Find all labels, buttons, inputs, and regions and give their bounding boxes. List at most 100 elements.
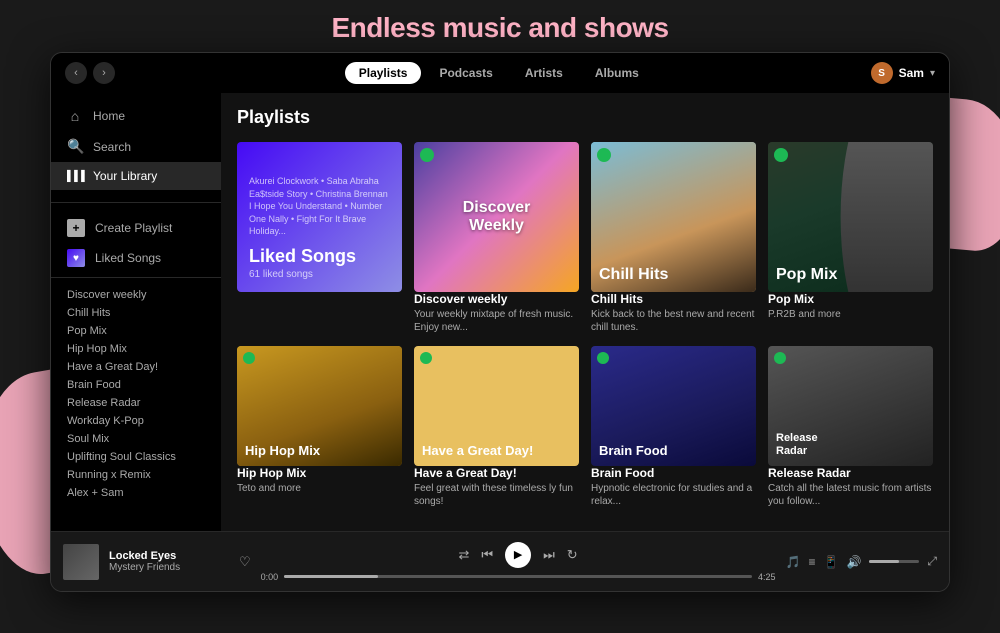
user-area[interactable]: S Sam ▾	[871, 62, 935, 84]
hiphop-name: Hip Hop Mix	[237, 466, 402, 480]
sidebar-playlist-discover[interactable]: Discover weekly	[51, 286, 221, 304]
hiphop-desc: Teto and more	[237, 482, 402, 495]
chill-hits-desc: Kick back to the best new and recent chi…	[591, 308, 756, 334]
chill-hits-card[interactable]: Chill Hits Chill Hits Kick back to the b…	[591, 142, 756, 334]
brainfood-desc: Hypnotic electronic for studies and a re…	[591, 482, 756, 508]
chill-hits-name: Chill Hits	[591, 292, 756, 306]
page-headline: Endless music and shows	[0, 12, 1000, 44]
sidebar-liked-songs[interactable]: ♥ Liked Songs	[51, 243, 221, 273]
home-icon: ⌂	[67, 108, 83, 124]
releaseradar-desc: Catch all the latest music from artists …	[768, 482, 933, 508]
chill-hits-spotify-icon	[597, 148, 611, 162]
devices-icon[interactable]: 📱	[823, 555, 838, 569]
brainfood-card[interactable]: Brain Food Brain Food Hypnotic electroni…	[591, 346, 756, 508]
volume-icon[interactable]: 🔊	[846, 555, 861, 569]
hiphop-label: Hip Hop Mix	[245, 443, 320, 458]
tab-albums[interactable]: Albums	[581, 62, 653, 84]
sidebar-home-label: Home	[93, 109, 125, 123]
sidebar-library-label: Your Library	[93, 169, 157, 183]
greatday-spotify-icon	[420, 352, 432, 364]
section-title: Playlists	[237, 107, 933, 128]
prev-button[interactable]: ⏮	[481, 547, 493, 563]
brainfood-name: Brain Food	[591, 466, 756, 480]
user-name: Sam	[899, 66, 924, 80]
discover-weekly-desc: Your weekly mixtape of fresh music. Enjo…	[414, 308, 579, 334]
player-time-total: 4:25	[758, 572, 776, 582]
liked-songs-icon: ♥	[67, 249, 85, 267]
sidebar-playlist-greatday[interactable]: Have a Great Day!	[51, 358, 221, 376]
sidebar-item-library[interactable]: ▌▌▌ Your Library	[51, 162, 221, 190]
greatday-thumb: Have a Great Day!	[414, 346, 579, 466]
player-track-artist: Mystery Friends	[109, 562, 229, 573]
sidebar-create-playlist[interactable]: + Create Playlist	[51, 213, 221, 243]
progress-bar[interactable]	[284, 575, 752, 578]
sidebar-divider2	[51, 277, 221, 278]
sidebar-playlist-popmix[interactable]: Pop Mix	[51, 322, 221, 340]
liked-songs-label: Liked Songs	[95, 251, 161, 265]
hiphop-spotify-icon	[243, 352, 255, 364]
sidebar-item-search[interactable]: 🔍 Search	[51, 131, 221, 162]
volume-fill	[869, 560, 899, 563]
discover-weekly-card[interactable]: DiscoverWeekly Discover weekly Your week…	[414, 142, 579, 334]
volume-bar[interactable]	[869, 560, 919, 563]
browser-window: ‹ › Playlists Podcasts Artists Albums S …	[50, 52, 950, 592]
brainfood-label: Brain Food	[599, 443, 668, 458]
sidebar-nav: ⌂ Home 🔍 Search ▌▌▌ Your Library	[51, 101, 221, 198]
sidebar-item-home[interactable]: ⌂ Home	[51, 101, 221, 131]
discover-weekly-name: Discover weekly	[414, 292, 579, 306]
sidebar-playlist-chillhits[interactable]: Chill Hits	[51, 304, 221, 322]
play-button[interactable]: ▶	[505, 542, 531, 568]
sidebar-playlist-brainfood[interactable]: Brain Food	[51, 376, 221, 394]
shuffle-button[interactable]: ⇄	[458, 547, 469, 563]
releaseradar-card[interactable]: ReleaseRadar Release Radar Catch all the…	[768, 346, 933, 508]
player-track-thumb	[63, 544, 99, 580]
user-avatar: S	[871, 62, 893, 84]
liked-songs-count: 61 liked songs	[249, 269, 390, 280]
content-area: Playlists Akurei Clockwork • Saba Abraha…	[221, 93, 949, 531]
chill-hits-thumb: Chill Hits	[591, 142, 756, 292]
greatday-label: Have a Great Day!	[422, 443, 533, 458]
repeat-button[interactable]: ↻	[567, 547, 578, 563]
player-heart-icon[interactable]: ♡	[239, 554, 251, 570]
discover-weekly-thumb: DiscoverWeekly	[414, 142, 579, 292]
queue-icon[interactable]: ≡	[808, 555, 815, 569]
tab-playlists[interactable]: Playlists	[345, 62, 422, 84]
sidebar-playlist-soulmix[interactable]: Soul Mix	[51, 430, 221, 448]
player-bar: Locked Eyes Mystery Friends ♡ ⇄ ⏮ ▶ ⏭ ↻ …	[51, 531, 949, 591]
playlist-row2: Hip Hop Mix Hip Hop Mix Teto and more Ha…	[237, 346, 933, 508]
next-button[interactable]: ⏭	[543, 547, 555, 563]
releaseradar-thumb: ReleaseRadar	[768, 346, 933, 466]
player-track-info: Locked Eyes Mystery Friends	[109, 550, 229, 573]
player-progress: 0:00 4:25	[261, 572, 776, 582]
hiphop-mix-card[interactable]: Hip Hop Mix Hip Hop Mix Teto and more	[237, 346, 402, 508]
greatday-name: Have a Great Day!	[414, 466, 579, 480]
tab-artists[interactable]: Artists	[511, 62, 577, 84]
player-track-name: Locked Eyes	[109, 550, 229, 562]
liked-songs-preview: Akurei Clockwork • Saba Abraha Ea$tside …	[249, 175, 390, 238]
pop-mix-label: Pop Mix	[776, 266, 837, 284]
sidebar-divider	[51, 202, 221, 203]
releaseradar-name: Release Radar	[768, 466, 933, 480]
pop-mix-name: Pop Mix	[768, 292, 933, 306]
playlist-row1: Akurei Clockwork • Saba Abraha Ea$tside …	[237, 142, 933, 334]
spotify-icon	[420, 148, 434, 162]
sidebar-playlist-alexsam[interactable]: Alex + Sam	[51, 484, 221, 502]
liked-songs-card[interactable]: Akurei Clockwork • Saba Abraha Ea$tside …	[237, 142, 402, 334]
library-icon: ▌▌▌	[67, 171, 83, 182]
pop-mix-spotify-icon	[774, 148, 788, 162]
sidebar-search-label: Search	[93, 140, 131, 154]
sidebar-playlist-uplifting[interactable]: Uplifting Soul Classics	[51, 448, 221, 466]
sidebar-playlist-running[interactable]: Running x Remix	[51, 466, 221, 484]
sidebar-playlist-workday[interactable]: Workday K-Pop	[51, 412, 221, 430]
pop-mix-card[interactable]: Pop Mix Pop Mix P.R2B and more	[768, 142, 933, 334]
greatday-card[interactable]: Have a Great Day! Have a Great Day! Feel…	[414, 346, 579, 508]
search-icon: 🔍	[67, 138, 83, 155]
liked-songs-thumb: Akurei Clockwork • Saba Abraha Ea$tside …	[237, 142, 402, 292]
back-button[interactable]: ‹	[65, 62, 87, 84]
forward-button[interactable]: ›	[93, 62, 115, 84]
sidebar-playlist-releaseradar[interactable]: Release Radar	[51, 394, 221, 412]
fullscreen-icon[interactable]: ⤢	[927, 554, 937, 569]
lyrics-icon[interactable]: 🎵	[786, 555, 801, 569]
tab-podcasts[interactable]: Podcasts	[425, 62, 506, 84]
sidebar-playlist-hiphop[interactable]: Hip Hop Mix	[51, 340, 221, 358]
